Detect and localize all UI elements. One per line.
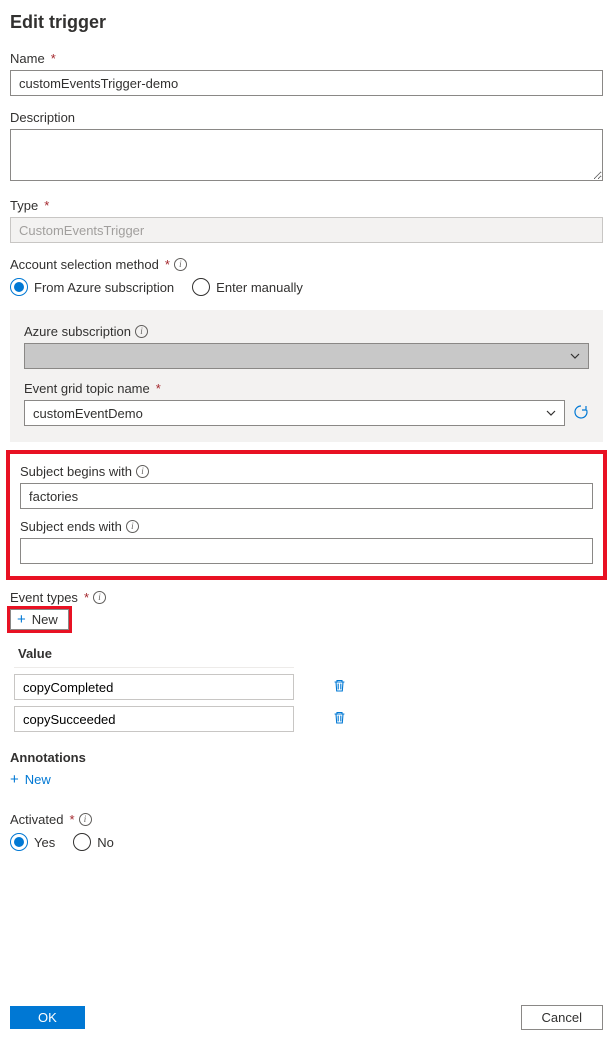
delete-event-type-button[interactable]	[332, 678, 347, 696]
refresh-icon	[573, 404, 589, 420]
radio-checked-icon	[10, 278, 28, 296]
subject-ends-label: Subject ends with i	[20, 519, 593, 534]
subject-filter-highlight: Subject begins with i Subject ends with …	[6, 450, 607, 580]
radio-enter-manually[interactable]: Enter manually	[192, 278, 303, 296]
description-label: Description	[10, 110, 603, 125]
event-types-new-button[interactable]: + New	[10, 609, 69, 630]
topic-label: Event grid topic name*	[24, 381, 589, 396]
name-input[interactable]	[10, 70, 603, 96]
activated-label: Activated* i	[10, 812, 603, 827]
chevron-down-icon	[544, 406, 558, 420]
refresh-button[interactable]	[573, 404, 589, 423]
chevron-down-icon	[568, 349, 582, 363]
event-types-label: Event types* i	[10, 590, 603, 605]
info-icon[interactable]: i	[136, 465, 149, 478]
event-type-row	[14, 674, 603, 700]
subscription-dropdown[interactable]	[24, 343, 589, 369]
description-input[interactable]	[10, 129, 603, 181]
topic-dropdown[interactable]: customEventDemo	[24, 400, 565, 426]
trash-icon	[332, 710, 347, 725]
plus-icon: +	[17, 612, 26, 627]
radio-activated-no[interactable]: No	[73, 833, 114, 851]
annotations-new-button[interactable]: + New	[10, 769, 51, 790]
name-label: Name*	[10, 51, 603, 66]
delete-event-type-button[interactable]	[332, 710, 347, 728]
cancel-button[interactable]: Cancel	[521, 1005, 603, 1030]
event-type-row	[14, 706, 603, 732]
event-type-value-input[interactable]	[14, 706, 294, 732]
trash-icon	[332, 678, 347, 693]
plus-icon: +	[10, 771, 19, 788]
radio-activated-yes[interactable]: Yes	[10, 833, 55, 851]
type-label: Type*	[10, 198, 603, 213]
subject-begins-input[interactable]	[20, 483, 593, 509]
info-icon[interactable]: i	[126, 520, 139, 533]
subscription-panel: Azure subscription i Event grid topic na…	[10, 310, 603, 442]
type-input: CustomEventsTrigger	[10, 217, 603, 243]
radio-checked-icon	[10, 833, 28, 851]
page-title: Edit trigger	[10, 12, 603, 33]
radio-from-subscription[interactable]: From Azure subscription	[10, 278, 174, 296]
subscription-label: Azure subscription i	[24, 324, 589, 339]
subject-begins-label: Subject begins with i	[20, 464, 593, 479]
info-icon[interactable]: i	[135, 325, 148, 338]
info-icon[interactable]: i	[93, 591, 106, 604]
info-icon[interactable]: i	[174, 258, 187, 271]
radio-unchecked-icon	[192, 278, 210, 296]
ok-button[interactable]: OK	[10, 1006, 85, 1029]
annotations-label: Annotations	[10, 750, 603, 765]
footer: OK Cancel	[0, 995, 613, 1040]
info-icon[interactable]: i	[79, 813, 92, 826]
subject-ends-input[interactable]	[20, 538, 593, 564]
event-types-value-header: Value	[14, 640, 294, 668]
account-method-label: Account selection method* i	[10, 257, 603, 272]
radio-unchecked-icon	[73, 833, 91, 851]
event-type-value-input[interactable]	[14, 674, 294, 700]
